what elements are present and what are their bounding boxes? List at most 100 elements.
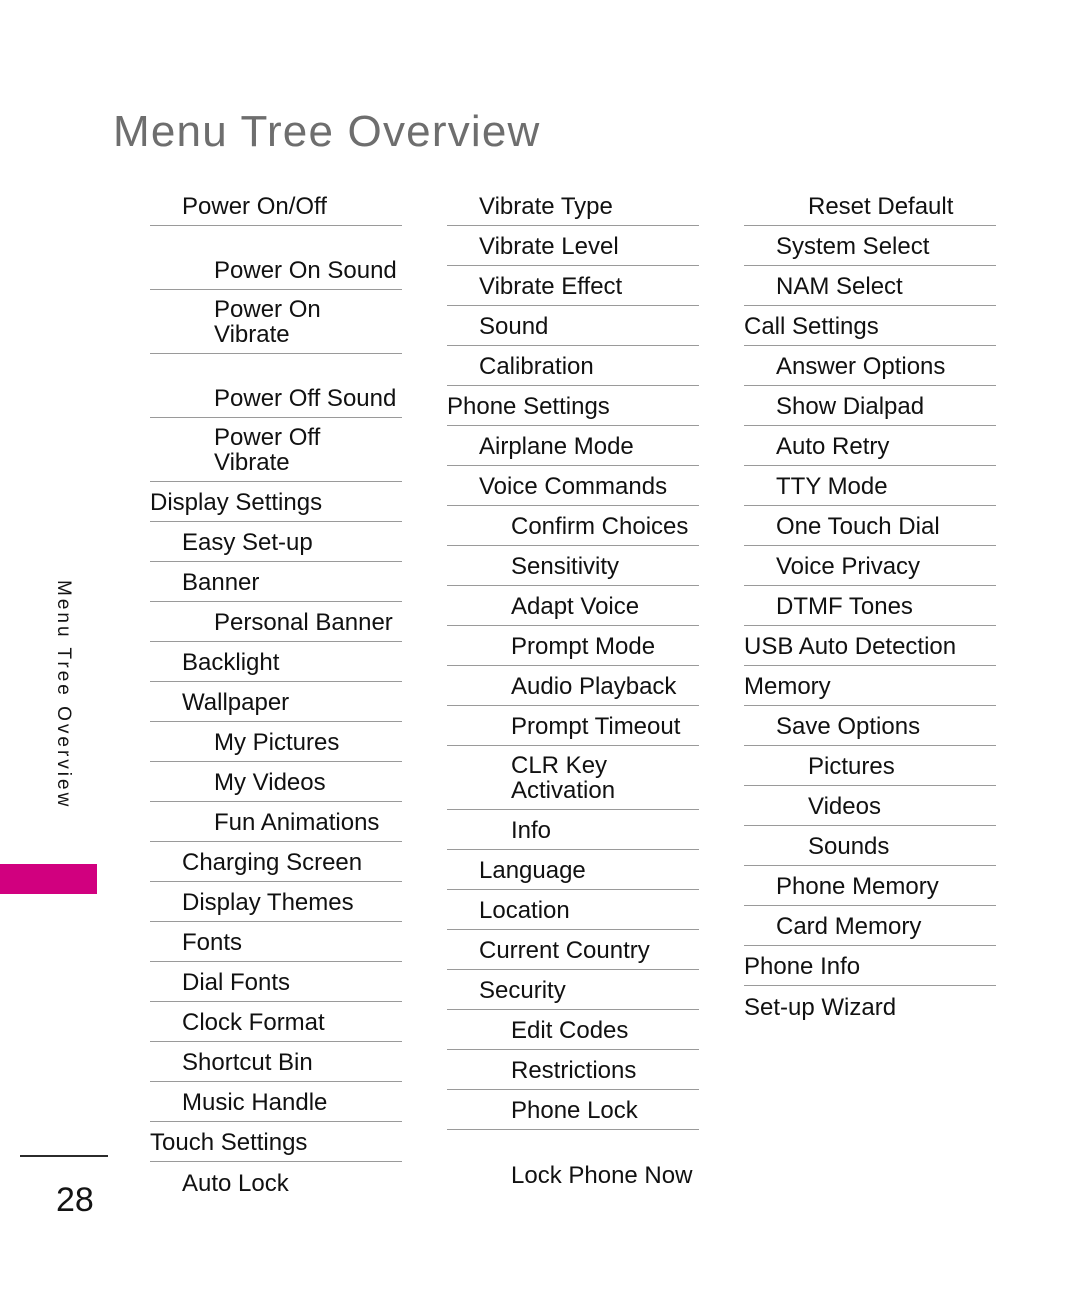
menu-tree-item-label: Easy Set-up [182, 529, 313, 557]
menu-tree-item-label: Touch Settings [150, 1129, 308, 1157]
column-3: Reset Default System Select NAM Select Call… [744, 186, 996, 1202]
menu-tree-item-label: Phone Settings [447, 393, 610, 421]
menu-tree-item-label: Prompt Timeout [511, 713, 681, 741]
menu-tree-item: TTY Mode [744, 466, 996, 506]
menu-tree-item: Phone Info [744, 946, 996, 986]
menu-tree-item-label: Voice Privacy [776, 553, 921, 581]
menu-tree-item-label: Music Handle [182, 1089, 328, 1117]
menu-tree-item-label: Lock Phone Now [511, 1162, 693, 1190]
menu-tree-item-label: Phone Memory [776, 873, 939, 901]
menu-tree-item: Call Settings [744, 306, 996, 346]
menu-tree-item: Display Themes [150, 882, 402, 922]
menu-tree-item: Current Country [447, 930, 699, 970]
menu-tree-item: Easy Set-up [150, 522, 402, 562]
menu-tree-item-label: Power On Sound [214, 257, 397, 285]
menu-tree-item: Music Handle [150, 1082, 402, 1122]
menu-tree-item: Voice Commands [447, 466, 699, 506]
menu-tree-item: Shortcut Bin [150, 1042, 402, 1082]
menu-tree-item-label: Audio Playback [511, 673, 677, 701]
menu-tree-item-label: Confirm Choices [511, 513, 689, 541]
menu-tree-item-label: USB Auto Detection [744, 633, 957, 661]
menu-tree-item: Phone Settings [447, 386, 699, 426]
menu-tree-item-label: Sensitivity [511, 553, 620, 581]
menu-tree-item-label: Call Settings [744, 313, 879, 341]
menu-tree-item: Vibrate Level [447, 226, 699, 266]
menu-tree-item-label: Sound [479, 313, 549, 341]
menu-tree-item: Location [447, 890, 699, 930]
side-tab-strip: Menu Tree Overview [0, 0, 100, 1295]
menu-tree-item-label: System Select [776, 233, 930, 261]
menu-tree-item-label: Shortcut Bin [182, 1049, 313, 1077]
menu-tree-item-label: Calibration [479, 353, 594, 381]
menu-tree-item-label: Memory [744, 673, 831, 701]
page-title: Menu Tree Overview [113, 107, 541, 157]
menu-tree-item-label: Personal Banner [214, 609, 393, 637]
menu-tree-item: Charging Screen [150, 842, 402, 882]
menu-tree-item: Restrictions [447, 1050, 699, 1090]
menu-tree-item: Info [447, 810, 699, 850]
menu-tree-item: Fun Animations [150, 802, 402, 842]
menu-tree-item: Sound [447, 306, 699, 346]
menu-tree: Power On/Off Power On Sound Power On Vibra… [150, 186, 996, 1202]
menu-tree-item-label: Card Memory [776, 913, 922, 941]
menu-tree-item: Edit Codes [447, 1010, 699, 1050]
menu-tree-item: My Videos [150, 762, 402, 802]
menu-tree-item-label: Airplane Mode [479, 433, 634, 461]
menu-tree-item: Power On/Off [150, 186, 402, 226]
page-number: 28 [56, 1181, 94, 1219]
menu-tree-item: One Touch Dial [744, 506, 996, 546]
menu-tree-item: Sounds [744, 826, 996, 866]
sidebar-accent-tab [0, 864, 97, 894]
menu-tree-item-label: Fonts [182, 929, 243, 957]
menu-tree-item-label: Wallpaper [182, 689, 290, 717]
menu-tree-item: Set-up Wizard [744, 986, 996, 1026]
menu-tree-item-label: Auto Lock [182, 1170, 289, 1198]
menu-tree-item: Save Options [744, 706, 996, 746]
menu-tree-item: Power On Vibrate [150, 290, 402, 354]
menu-tree-item: Lock Phone Now [447, 1130, 699, 1194]
menu-tree-item-label: Charging Screen [182, 849, 363, 877]
menu-tree-item-label: Power On Vibrate [214, 296, 321, 349]
menu-tree-item-label: My Pictures [214, 729, 340, 757]
menu-tree-item-label: Current Country [479, 937, 650, 965]
menu-tree-item-label: Backlight [182, 649, 280, 677]
menu-tree-item-label: Banner [182, 569, 260, 597]
menu-tree-item-label: Dial Fonts [182, 969, 291, 997]
menu-tree-item: Security [447, 970, 699, 1010]
menu-tree-item-label: Show Dialpad [776, 393, 925, 421]
menu-tree-item: Personal Banner [150, 602, 402, 642]
menu-tree-item-label: CLR Key Activation [511, 752, 616, 805]
menu-tree-item: Phone Memory [744, 866, 996, 906]
menu-tree-item: Language [447, 850, 699, 890]
menu-tree-item-label: Info [511, 817, 552, 845]
column-2: Vibrate Type Vibrate Level Vibrate Effect S… [447, 186, 699, 1202]
menu-tree-item-label: Edit Codes [511, 1017, 629, 1045]
menu-tree-item-label: Power Off Sound [214, 385, 397, 413]
menu-tree-item-label: Vibrate Effect [479, 273, 623, 301]
page-number-rule [20, 1155, 108, 1157]
menu-tree-item-label: Restrictions [511, 1057, 637, 1085]
menu-tree-item: Display Settings [150, 482, 402, 522]
menu-tree-item: Card Memory [744, 906, 996, 946]
menu-tree-item-label: Vibrate Level [479, 233, 619, 261]
menu-tree-item: Videos [744, 786, 996, 826]
menu-tree-item-label: Answer Options [776, 353, 946, 381]
menu-tree-item: Vibrate Effect [447, 266, 699, 306]
sidebar-section-label: Menu Tree Overview [53, 580, 74, 810]
menu-tree-item-label: Phone Lock [511, 1097, 638, 1125]
menu-tree-item: CLR Key Activation [447, 746, 699, 810]
menu-tree-item: Backlight [150, 642, 402, 682]
menu-tree-item: Show Dialpad [744, 386, 996, 426]
menu-tree-item-label: Adapt Voice [511, 593, 640, 621]
menu-tree-item-label: Display Themes [182, 889, 354, 917]
menu-tree-item-label: Auto Retry [776, 433, 890, 461]
menu-tree-item-label: Security [479, 977, 566, 1005]
menu-tree-item: USB Auto Detection [744, 626, 996, 666]
menu-tree-item: Phone Lock [447, 1090, 699, 1130]
menu-tree-item: Airplane Mode [447, 426, 699, 466]
menu-tree-item: Vibrate Type [447, 186, 699, 226]
menu-tree-item-label: One Touch Dial [776, 513, 940, 541]
menu-tree-item: Sensitivity [447, 546, 699, 586]
menu-tree-item: Pictures [744, 746, 996, 786]
menu-tree-item: Fonts [150, 922, 402, 962]
